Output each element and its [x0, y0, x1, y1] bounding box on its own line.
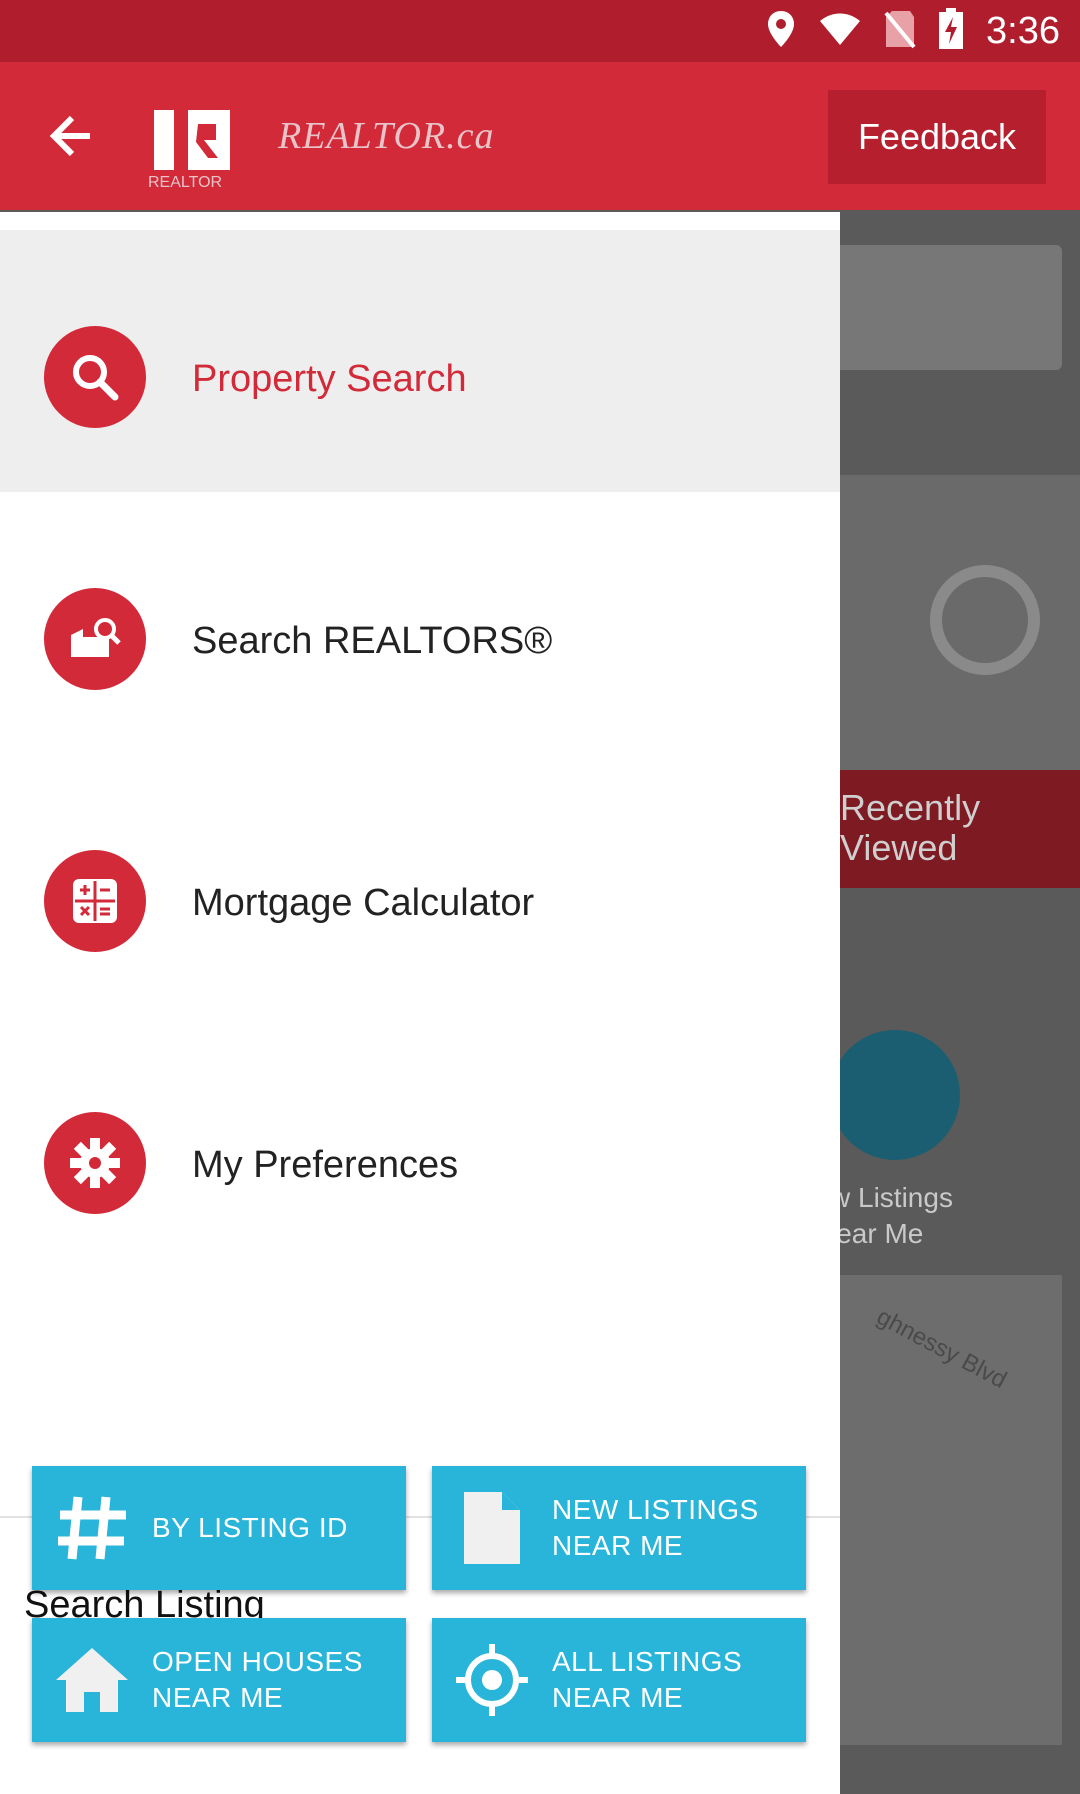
- tile-label: NEW LISTINGS NEAR ME: [552, 1494, 759, 1561]
- drawer-item-search-realtors[interactable]: Search REALTORS®: [0, 492, 840, 754]
- drawer-item-label: My Preferences: [192, 1144, 459, 1186]
- status-icons: 3:36: [766, 7, 1060, 55]
- no-sim-icon: [884, 9, 916, 54]
- status-time: 3:36: [986, 9, 1060, 52]
- drawer-item-label: Property Search: [192, 358, 467, 400]
- calculator-icon: [44, 850, 146, 952]
- open-houses-near-me-button[interactable]: OPEN HOUSES NEAR ME: [32, 1618, 406, 1742]
- drawer-item-my-preferences[interactable]: My Preferences: [0, 1016, 840, 1278]
- hash-icon: [32, 1466, 152, 1590]
- wifi-icon: [818, 11, 862, 52]
- drawer-item-label: Search REALTORS®: [192, 620, 553, 662]
- logo-subtext: REALTOR: [148, 174, 223, 191]
- toolbar: REALTOR.ca REALTOR Feedback: [0, 62, 1080, 210]
- clock-icon: [930, 565, 1040, 675]
- realtor-search-icon: [44, 588, 146, 690]
- tile-label: ALL LISTINGS NEAR ME: [552, 1646, 743, 1713]
- by-listing-id-button[interactable]: BY LISTING ID: [32, 1466, 406, 1590]
- drawer-item-label: Mortgage Calculator: [192, 882, 535, 924]
- feedback-button[interactable]: Feedback: [828, 90, 1046, 184]
- background-new-listings-label: w Listings lear Me: [830, 1182, 953, 1249]
- tile-label: BY LISTING ID: [152, 1512, 348, 1543]
- navigation-drawer: Property Search Search REALTORS® Mortgag…: [0, 212, 840, 1794]
- map-street-label: ghnessy Blvd: [872, 1303, 1011, 1394]
- battery-charging-icon: [938, 7, 964, 55]
- background-recently-viewed: Recently Viewed: [840, 770, 1080, 888]
- all-listings-near-me-button[interactable]: ALL LISTINGS NEAR ME: [432, 1618, 806, 1742]
- drawer-item-property-search[interactable]: Property Search: [0, 230, 840, 492]
- logo-wordmark: REALTOR.ca: [278, 115, 495, 157]
- background-new-listings-icon: [830, 1030, 960, 1160]
- realtor-logo-icon: [148, 90, 238, 180]
- status-bar: 3:36: [0, 0, 1080, 62]
- back-arrow-icon[interactable]: [42, 108, 98, 164]
- search-icon: [44, 326, 146, 428]
- tile-label: OPEN HOUSES NEAR ME: [152, 1646, 363, 1713]
- crosshair-icon: [432, 1618, 552, 1742]
- location-icon: [766, 9, 796, 54]
- document-icon: [432, 1466, 552, 1590]
- new-listings-near-me-button[interactable]: NEW LISTINGS NEAR ME: [432, 1466, 806, 1590]
- background-map: ghnessy Blvd: [840, 1275, 1062, 1745]
- drawer-item-mortgage-calculator[interactable]: Mortgage Calculator: [0, 754, 840, 1016]
- gear-icon: [44, 1112, 146, 1214]
- house-icon: [32, 1618, 152, 1742]
